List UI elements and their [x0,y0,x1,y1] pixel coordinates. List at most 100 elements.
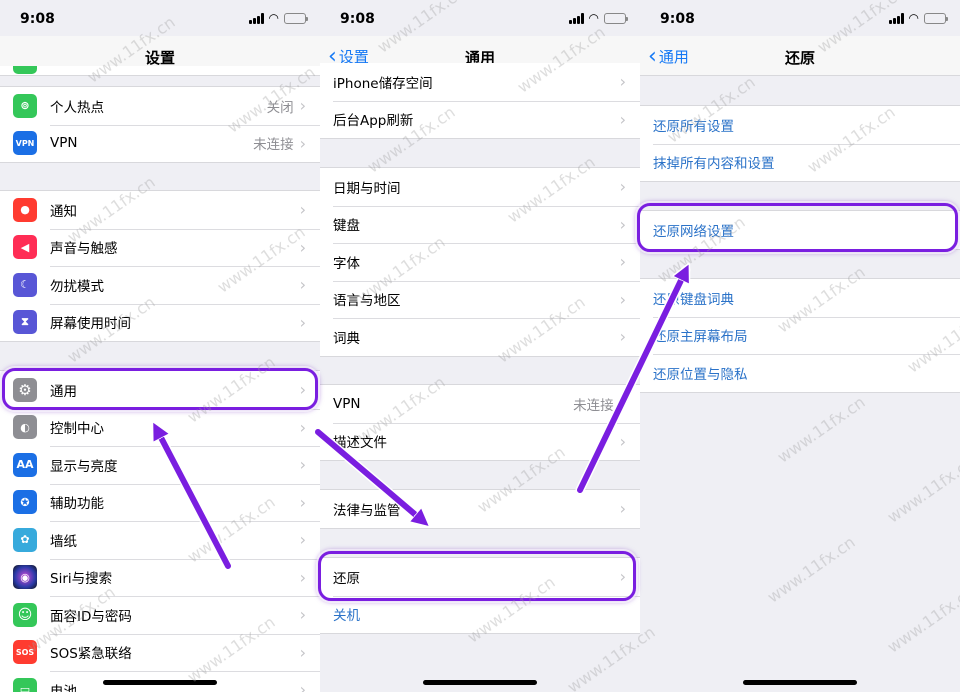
page-title: 还原 [784,49,815,67]
chevron-right-icon: › [299,312,306,332]
settings-row-siri[interactable]: ◉ Siri与搜索 › [0,558,320,597]
hotspot-icon: ⊚ [13,93,37,118]
chevron-right-icon: › [619,394,626,414]
chevron-right-icon: › [619,214,626,234]
row-label: 法律与监管 [333,502,401,519]
row-label: 抹掉所有内容和设置 [653,156,775,173]
vpn-icon: VPN [13,131,37,156]
row-label: 字体 [333,255,360,272]
settings-row-notifications[interactable]: ● 通知 › [0,191,320,229]
chevron-right-icon: › [299,133,306,153]
chevron-right-icon: › [299,530,306,550]
row-value: 关闭 [266,99,294,116]
row-label: iPhone储存空间 [333,75,433,92]
nav-bar: ‹ 通用 还原 [640,36,960,76]
row-value: 未连接 [573,397,614,414]
reset-home-screen-layout-button[interactable]: 还原主屏幕布局 [640,316,960,355]
general-row-background-refresh[interactable]: 后台App刷新 › [320,100,640,139]
signal-icon [568,12,584,24]
row-label: 墙纸 [50,533,77,550]
row-label: 声音与触感 [50,241,118,258]
home-indicator[interactable] [743,680,857,685]
reset-all-settings-button[interactable]: 还原所有设置 [640,106,960,144]
settings-row-dnd[interactable]: ☾ 勿扰模式 › [0,266,320,304]
battery-status-icon [284,12,308,24]
status-time: 9:08 [20,11,55,27]
general-row-dictionary[interactable]: 词典 › [320,318,640,356]
row-label: 还原主屏幕布局 [653,329,748,346]
home-indicator[interactable] [423,680,537,685]
settings-row-faceid[interactable]: ☺ 面容ID与密码 › [0,596,320,634]
reset-location-privacy-button[interactable]: 还原位置与隐私 [640,354,960,392]
settings-group-partial [0,66,320,76]
wifi-icon: ◠ [268,11,279,25]
erase-all-content-button[interactable]: 抹掉所有内容和设置 [640,143,960,182]
chevron-right-icon: › [299,605,306,625]
chevron-right-icon: › [299,567,306,587]
settings-row-sounds[interactable]: ◀ 声音与触感 › [0,228,320,267]
wifi-icon: ◠ [588,11,599,25]
row-value: 未连接 [253,137,294,154]
settings-screen: 9:08 ◠ 设置 ⊚ 个人热点 关闭 › VPN VPN 未连接 › ● 通知… [0,0,320,692]
sound-icon: ◀ [13,235,37,260]
chevron-right-icon: › [619,72,626,92]
signal-icon [248,12,264,24]
battery-icon: ▭ [13,677,37,692]
row-label: Siri与搜索 [50,571,113,588]
chevron-right-icon: › [299,200,306,220]
chevron-right-icon: › [619,327,626,347]
general-group-storage: iPhone储存空间 › 后台App刷新 › [320,63,640,139]
settings-row-vpn[interactable]: VPN VPN 未连接 › [0,124,320,163]
row-label: 还原所有设置 [653,118,734,135]
row-label: 后台App刷新 [333,113,414,130]
general-row-vpn[interactable]: VPN 未连接 › [320,385,640,423]
reset-screen: 9:08 ◠ ‹ 通用 还原 还原所有设置 抹掉所有内容和设置 还原网络设置 还… [640,0,960,692]
reset-keyboard-dictionary-button[interactable]: 还原键盘词典 [640,279,960,317]
faceid-icon: ☺ [13,602,37,627]
settings-row-screen-time[interactable]: ⧗ 屏幕使用时间 › [0,303,320,342]
reset-list[interactable]: 还原所有设置 抹掉所有内容和设置 还原网络设置 还原键盘词典 还原主屏幕布局 还… [640,76,960,692]
general-row-fonts[interactable]: 字体 › [320,243,640,281]
row-label: 个人热点 [50,99,104,116]
battery-status-icon [924,12,948,24]
row-label: 还原位置与隐私 [653,366,748,383]
chevron-right-icon: › [619,431,626,451]
control-center-icon: ◐ [13,415,37,440]
chevron-right-icon: › [619,252,626,272]
settings-row-sos[interactable]: SOS SOS紧急联络 › [0,633,320,672]
signal-icon [888,12,904,24]
page-title: 设置 [144,49,175,67]
row-label: SOS紧急联络 [50,646,132,663]
settings-row-wallpaper[interactable]: ✿ 墙纸 › [0,521,320,559]
general-row-datetime[interactable]: 日期与时间 › [320,168,640,206]
settings-row-control-center[interactable]: ◐ 控制中心 › [0,408,320,447]
chevron-right-icon: › [619,109,626,129]
row-label: 勿扰模式 [50,278,104,295]
chevron-right-icon: › [299,417,306,437]
general-row-legal[interactable]: 法律与监管 › [320,490,640,528]
general-row-shutdown[interactable]: 关机 [320,595,640,634]
settings-row-accessibility[interactable]: ✪ 辅助功能 › [0,483,320,522]
general-row-language[interactable]: 语言与地区 › [320,280,640,319]
settings-row-display[interactable]: AA 显示与亮度 › [0,446,320,484]
display-icon: AA [13,452,37,477]
highlight-reset [318,551,636,601]
settings-group-general: ⚙ 通用 › ◐ 控制中心 › AA 显示与亮度 › ✪ 辅助功能 › ✿ 墙纸 [0,370,320,692]
sos-icon: SOS [13,640,37,665]
highlight-general [2,368,318,410]
general-group-vpn: VPN 未连接 › 描述文件 › [320,384,640,461]
general-row-keyboard[interactable]: 键盘 › [320,205,640,244]
chevron-right-icon: › [299,642,306,662]
general-row-storage[interactable]: iPhone储存空间 › [320,63,640,101]
row-label: 词典 [333,330,360,347]
hourglass-icon: ⧗ [13,310,37,335]
chevron-right-icon: › [299,680,306,692]
status-bar: 9:08 ◠ [0,0,320,36]
settings-row-hotspot[interactable]: ⊚ 个人热点 关闭 › [0,87,320,125]
row-label: 键盘 [333,218,360,235]
wallpaper-icon: ✿ [13,527,37,552]
home-indicator[interactable] [103,680,217,685]
row-label: 屏幕使用时间 [50,316,131,333]
chevron-right-icon: › [619,177,626,197]
general-row-profiles[interactable]: 描述文件 › [320,422,640,461]
